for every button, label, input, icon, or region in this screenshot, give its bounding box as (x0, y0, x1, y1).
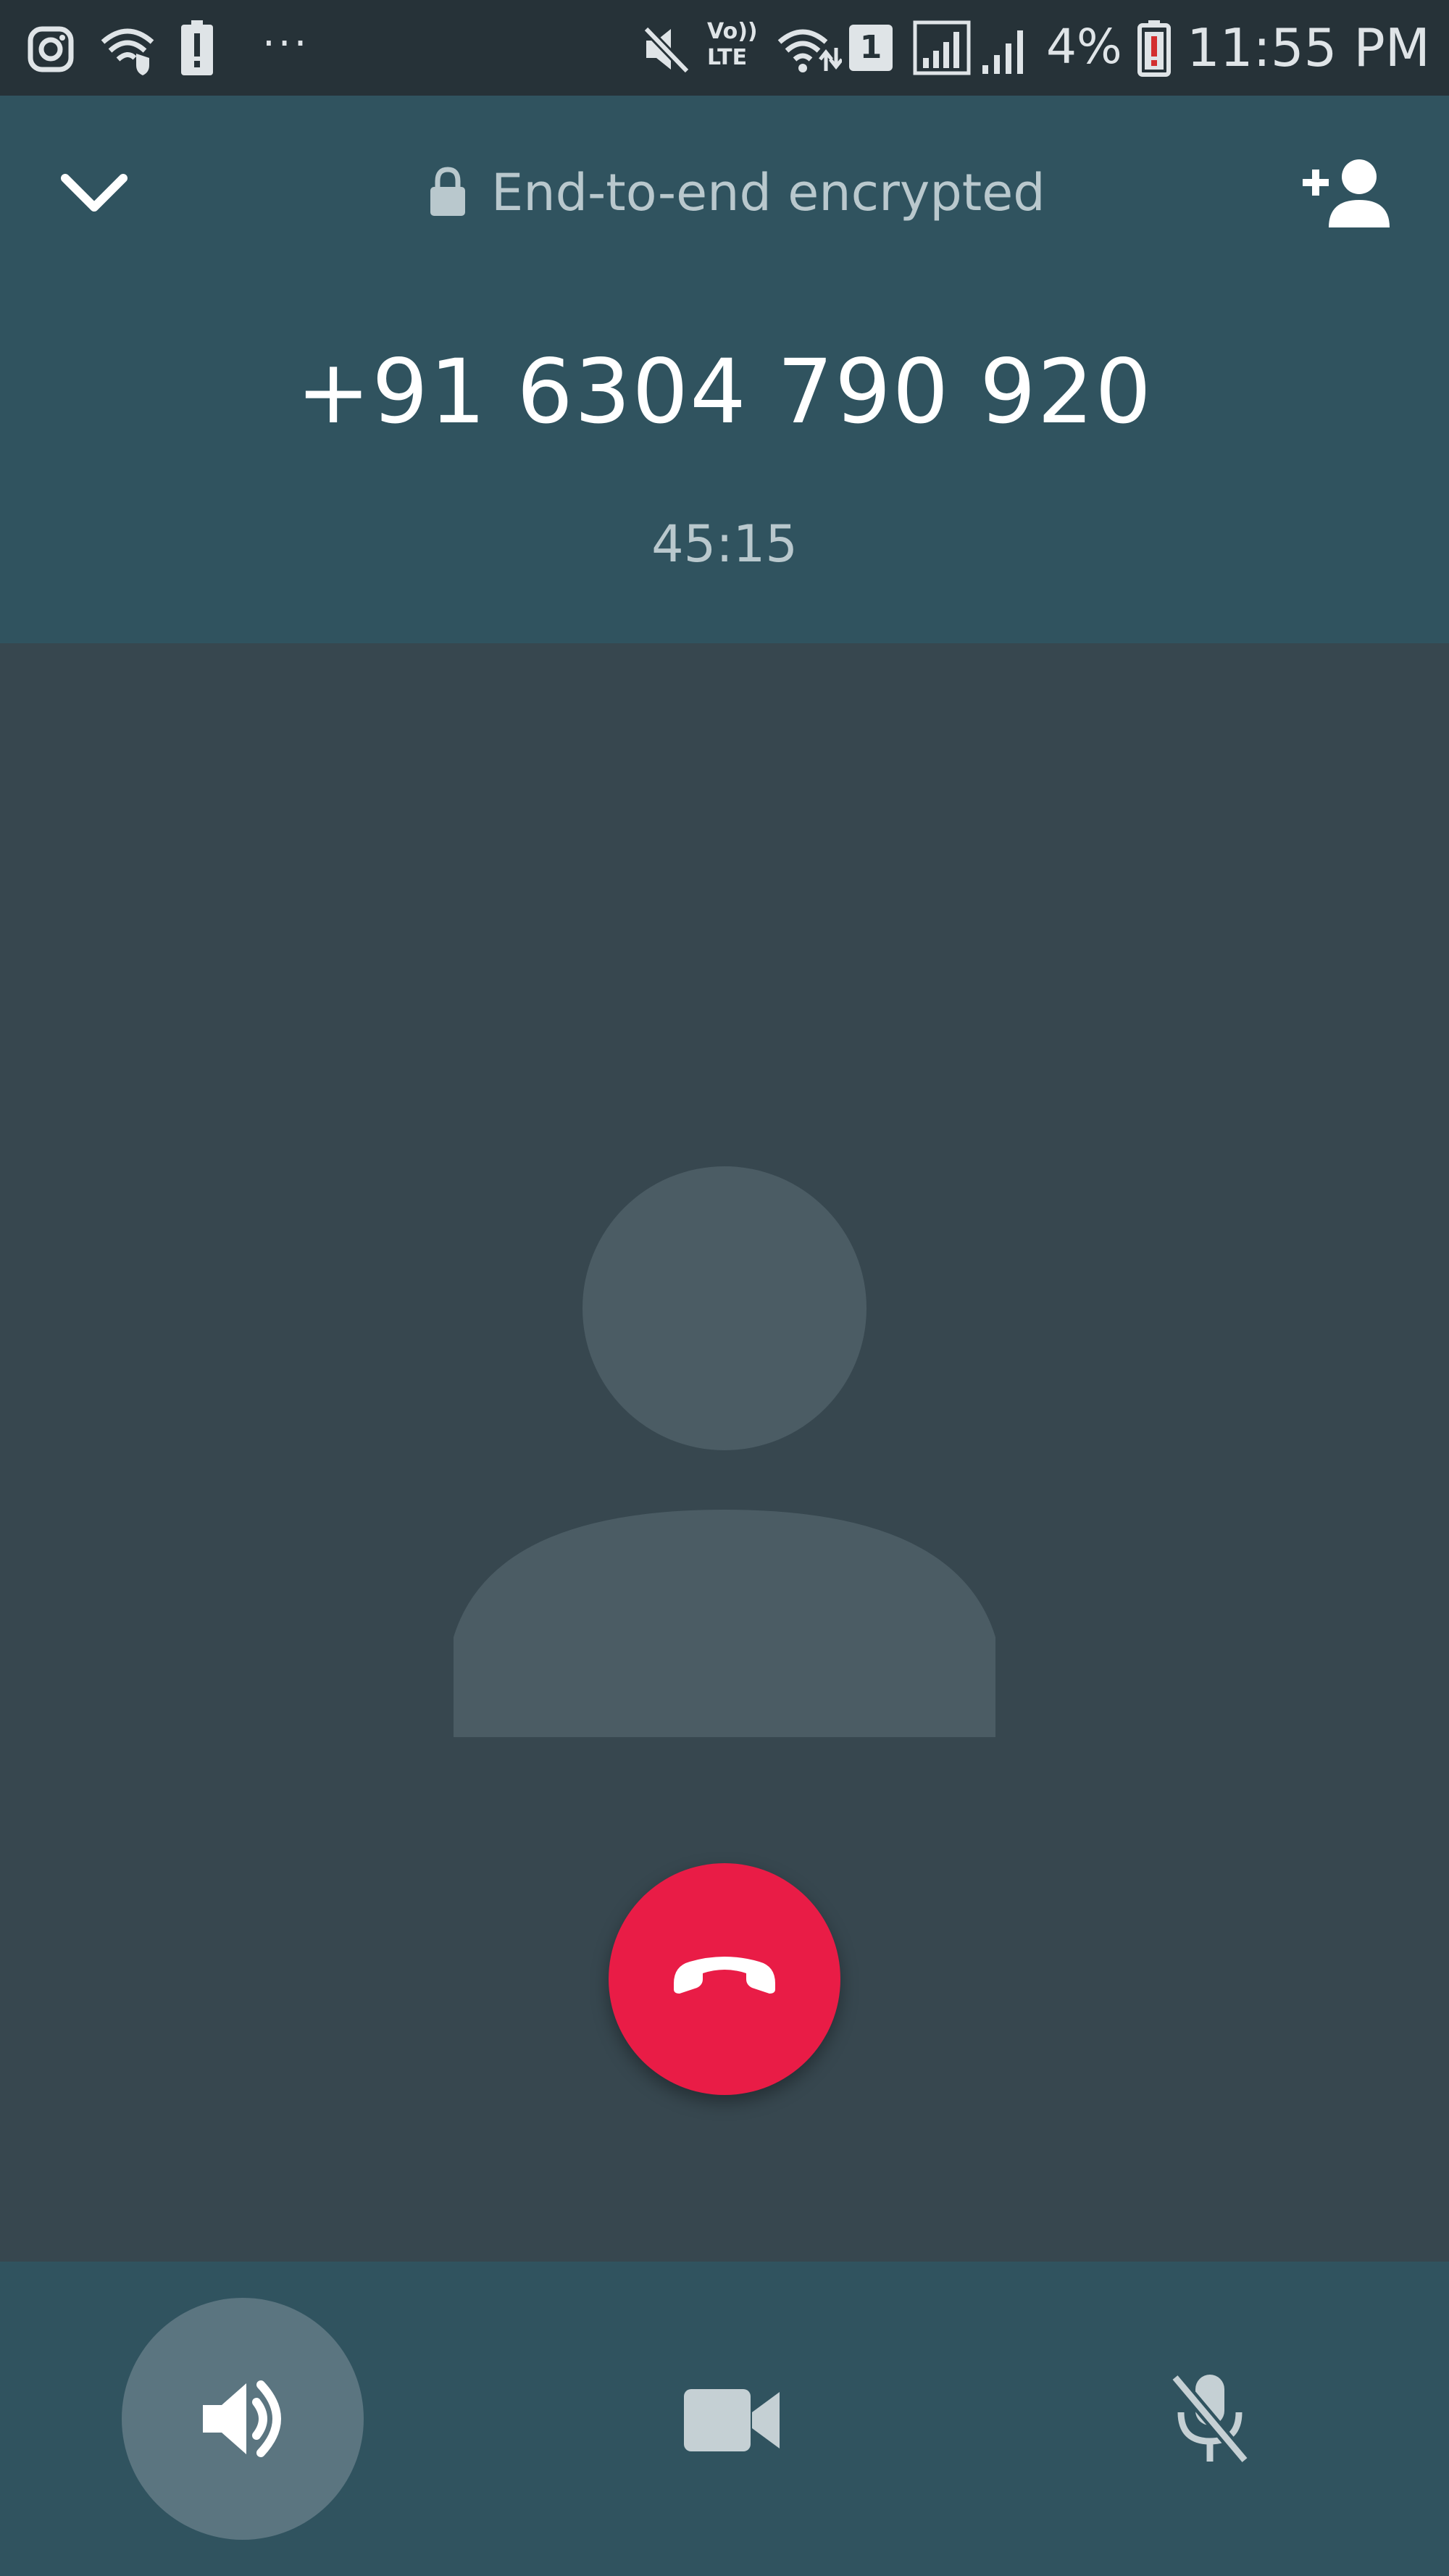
hang-up-icon (674, 1957, 775, 1994)
sim-slot-number: 1 (859, 29, 882, 66)
speaker-icon (203, 2380, 281, 2457)
signal-strength-icon (982, 30, 1023, 74)
mute-button[interactable] (1101, 2318, 1319, 2521)
wifi-shield-icon (101, 28, 154, 75)
wifi-transfer-icon (777, 29, 842, 72)
avatar-placeholder-icon (454, 1166, 995, 1737)
signal-strength-boxed-icon (913, 20, 971, 75)
minimize-chevron-icon[interactable] (58, 168, 130, 219)
lock-icon (430, 167, 465, 216)
caller-phone-number: +91 6304 790 920 (296, 340, 1153, 443)
battery-alert-icon (181, 20, 213, 75)
end-call-button[interactable] (609, 1863, 840, 2095)
microphone-off-icon (1170, 2373, 1250, 2464)
instagram-icon (28, 26, 74, 72)
battery-low-icon (1137, 20, 1171, 77)
lte-label: LTE (707, 45, 748, 70)
call-header: End-to-end encrypted +91 6304 790 920 45… (0, 96, 1449, 643)
video-camera-icon (684, 2389, 780, 2451)
battery-percent: 4% (1046, 19, 1122, 75)
video-call-button[interactable] (616, 2318, 833, 2521)
clock: 11:55 PM (1187, 17, 1430, 78)
add-participant-icon[interactable] (1298, 156, 1392, 229)
status-bar: ··· Vo)) LTE 1 4% 11:55 PM (0, 0, 1449, 96)
more-notifications-icon: ··· (262, 20, 310, 67)
speaker-button[interactable] (122, 2298, 364, 2540)
sim-slot-badge: 1 (849, 25, 893, 71)
mute-speaker-icon (643, 25, 690, 74)
volte-label: Vo)) (707, 19, 758, 44)
call-duration: 45:15 (651, 514, 798, 574)
encryption-label: End-to-end encrypted (491, 163, 1045, 222)
